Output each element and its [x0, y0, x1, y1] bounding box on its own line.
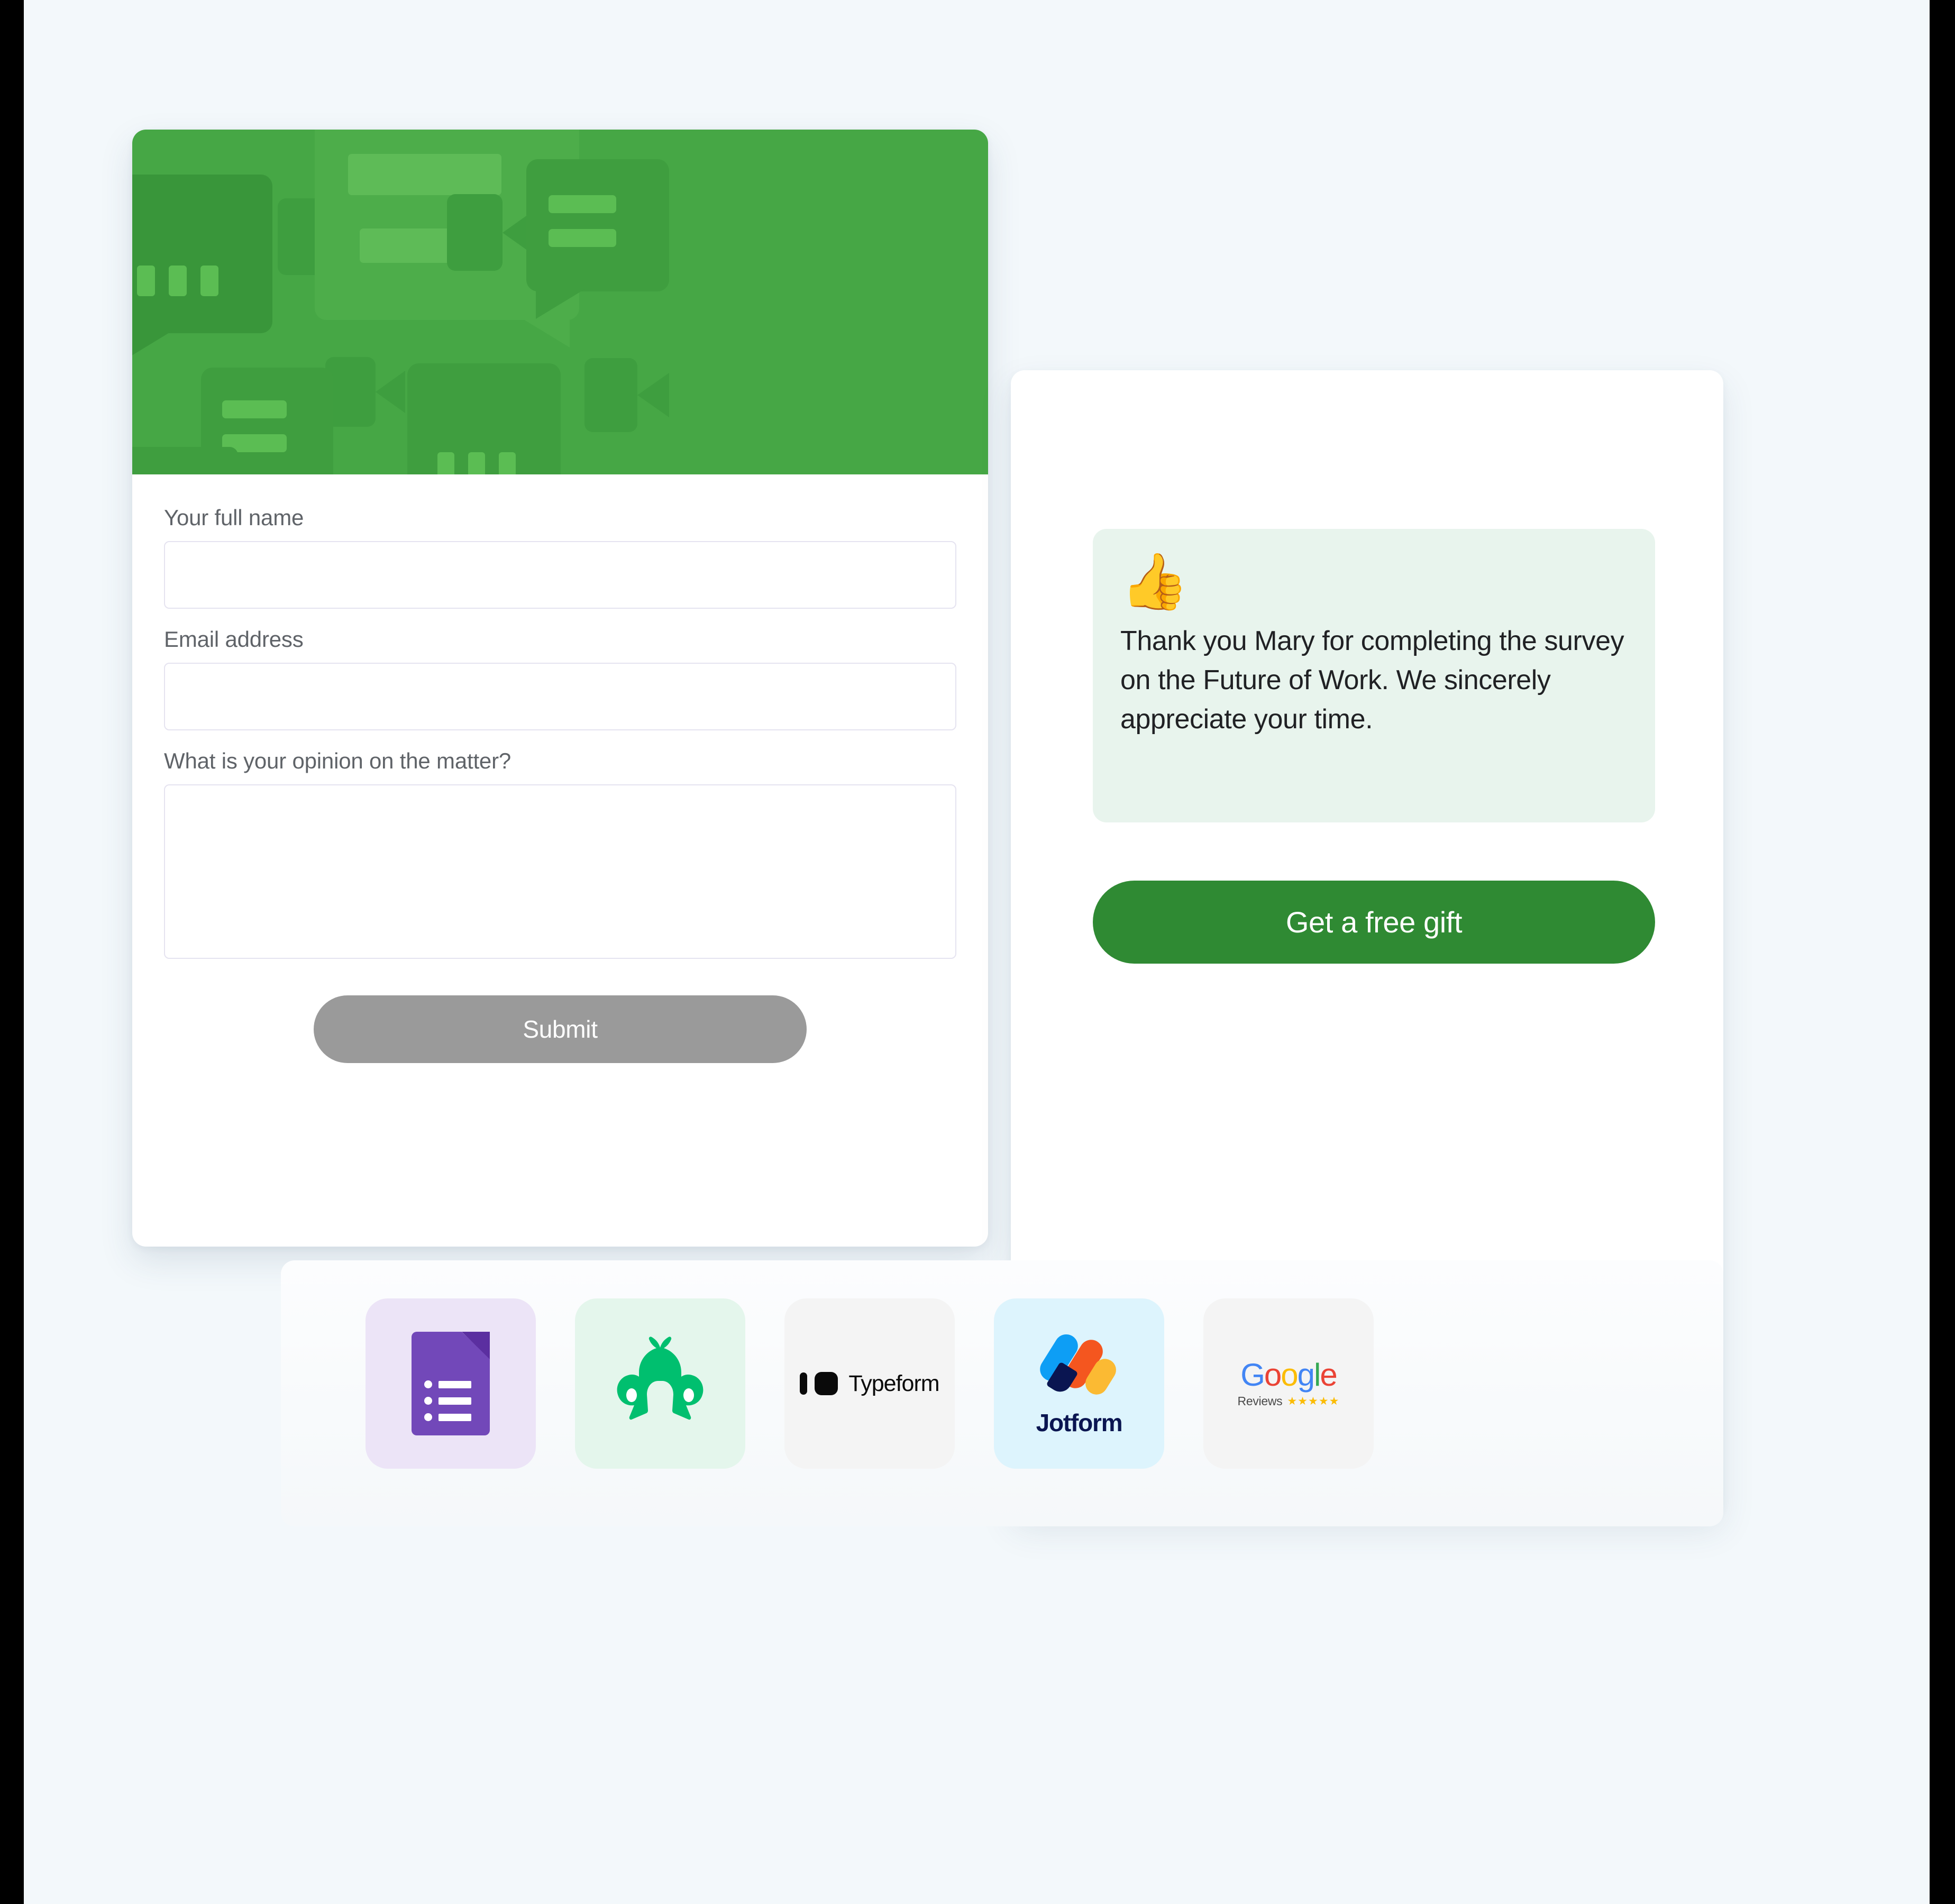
surveymonkey-icon	[617, 1337, 704, 1420]
field-label: Email address	[164, 627, 304, 652]
speech-bubble-shape	[526, 159, 669, 319]
form-field-email: Email address	[164, 627, 956, 730]
speech-bubble-shape	[132, 175, 272, 361]
survey-form-card: Your full name Email address What is you…	[132, 130, 988, 1247]
jotform-icon: Jotform	[1035, 1330, 1123, 1437]
typeform-label: Typeform	[848, 1370, 939, 1396]
google-reviews-icon: Google Reviews ★★★★★	[1238, 1359, 1340, 1408]
integration-tile-typeform[interactable]: Typeform	[784, 1298, 955, 1469]
integration-tile-jotform[interactable]: Jotform	[994, 1298, 1164, 1469]
integration-tile-surveymonkey[interactable]	[575, 1298, 745, 1469]
integrations-panel: Typeform Jotform G o o g l e Reviews ★★★…	[281, 1260, 1723, 1526]
jotform-label: Jotform	[1036, 1409, 1123, 1436]
video-camera-shape	[584, 358, 669, 432]
get-free-gift-button[interactable]: Get a free gift	[1093, 881, 1655, 964]
form-field-full-name: Your full name	[164, 505, 956, 609]
screenshot-root: Your full name Email address What is you…	[0, 0, 1955, 1904]
integrations-logo-row: Typeform Jotform G o o g l e Reviews ★★★…	[366, 1298, 1374, 1469]
full-name-input[interactable]	[164, 541, 956, 609]
page-canvas: Your full name Email address What is you…	[24, 0, 1930, 1904]
form-banner-illustration	[132, 130, 988, 474]
field-label: Your full name	[164, 505, 304, 530]
speech-bubble-shape	[407, 363, 561, 474]
star-rating-icon: ★★★★★	[1287, 1395, 1340, 1407]
speech-bubble-shape	[132, 447, 238, 474]
submit-button[interactable]: Submit	[314, 995, 807, 1063]
form-field-opinion: What is your opinion on the matter?	[164, 748, 956, 962]
google-forms-icon	[412, 1332, 490, 1435]
thank-you-message-box: 👍 Thank you Mary for completing the surv…	[1093, 529, 1655, 822]
thumbs-up-icon: 👍	[1120, 551, 1189, 612]
email-input[interactable]	[164, 663, 956, 730]
opinion-textarea[interactable]	[164, 784, 956, 959]
thank-you-message: Thank you Mary for completing the survey…	[1120, 626, 1624, 735]
submit-row: Submit	[164, 995, 956, 1063]
reviews-label: Reviews	[1237, 1394, 1283, 1408]
form-fields: Your full name Email address What is you…	[132, 474, 988, 1063]
integration-tile-google-reviews[interactable]: Google Reviews ★★★★★	[1203, 1298, 1374, 1469]
typeform-icon: Typeform	[800, 1370, 940, 1397]
field-label: What is your opinion on the matter?	[164, 748, 511, 773]
integration-tile-google-forms[interactable]	[366, 1298, 536, 1469]
google-wordmark: Google	[1240, 1357, 1338, 1393]
video-camera-shape	[447, 194, 535, 271]
